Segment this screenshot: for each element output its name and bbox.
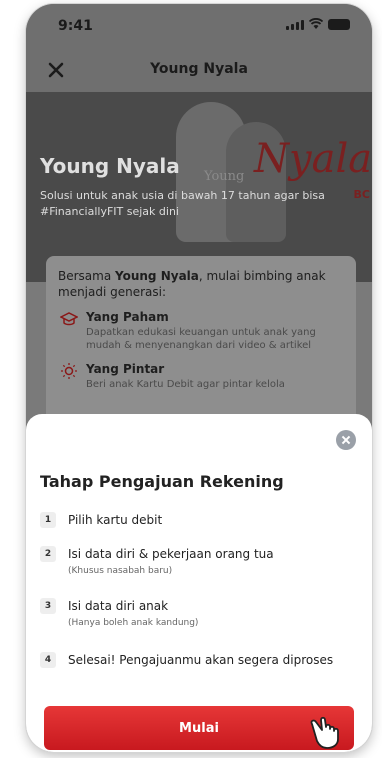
battery-icon bbox=[328, 19, 350, 30]
step-text: Pilih kartu debit bbox=[68, 513, 163, 527]
close-icon[interactable] bbox=[336, 430, 356, 450]
hero-logo-young: Young bbox=[204, 169, 245, 184]
hero-banner: Young Nyala Young Nyala Solusi untuk ana… bbox=[26, 92, 372, 282]
hero-title: Young Nyala bbox=[40, 154, 180, 178]
step-item: 2 Isi data diri & pekerjaan orang tua (K… bbox=[40, 545, 274, 577]
benefits-card: Bersama Young Nyala, mulai bimbing anak … bbox=[46, 256, 356, 426]
step-note: (Hanya boleh anak kandung) bbox=[68, 618, 199, 628]
feature-item: Yang Paham Dapatkan edukasi keuangan unt… bbox=[58, 310, 344, 352]
feature-item: Yang Pintar Beri anak Kartu Debit agar p… bbox=[58, 362, 344, 391]
nav-title: Young Nyala bbox=[150, 61, 248, 77]
bulb-icon bbox=[61, 363, 77, 379]
feature-title: Yang Paham bbox=[86, 310, 169, 324]
hero-brand-fragment: BC bbox=[353, 188, 370, 201]
step-item: 3 Isi data diri anak (Hanya boleh anak k… bbox=[40, 597, 198, 629]
step-item: 4 Selesai! Pengajuanmu akan segera dipro… bbox=[40, 651, 333, 669]
feature-description: Dapatkan edukasi keuangan untuk anak yan… bbox=[86, 327, 316, 351]
step-text: Isi data diri anak bbox=[68, 599, 169, 613]
status-icons bbox=[286, 18, 350, 30]
step-number: 3 bbox=[40, 598, 56, 614]
sheet-title: Tahap Pengajuan Rekening bbox=[40, 472, 284, 491]
card-intro-brand: Young Nyala bbox=[115, 269, 199, 283]
graduation-cap-icon bbox=[60, 312, 78, 326]
step-number: 1 bbox=[40, 512, 56, 528]
feature-description: Beri anak Kartu Debit agar pintar kelola bbox=[86, 379, 285, 390]
nav-bar: Young Nyala bbox=[26, 48, 372, 92]
phone-frame: 9:41 Young Nyala Young Nyala Young Nyala… bbox=[26, 4, 372, 752]
status-time: 9:41 bbox=[58, 18, 93, 34]
step-text: Isi data diri & pekerjaan orang tua bbox=[68, 547, 274, 561]
pointing-hand-icon bbox=[310, 716, 339, 749]
step-item: 1 Pilih kartu debit bbox=[40, 511, 162, 529]
feature-title: Yang Pintar bbox=[86, 362, 165, 376]
card-intro: Bersama Young Nyala, mulai bimbing anak … bbox=[58, 269, 326, 299]
bottom-sheet: Tahap Pengajuan Rekening 1 Pilih kartu d… bbox=[26, 414, 372, 752]
hero-subtitle: Solusi untuk anak usia di bawah 17 tahun… bbox=[40, 189, 325, 218]
step-number: 2 bbox=[40, 546, 56, 562]
status-bar: 9:41 bbox=[26, 4, 372, 48]
step-text: Selesai! Pengajuanmu akan segera diprose… bbox=[68, 653, 334, 667]
step-number: 4 bbox=[40, 652, 56, 668]
wifi-icon bbox=[309, 18, 323, 29]
signal-icon bbox=[286, 20, 304, 30]
hero-logo-nyala: Nyala bbox=[254, 136, 372, 182]
step-note: (Khusus nasabah baru) bbox=[68, 566, 173, 576]
